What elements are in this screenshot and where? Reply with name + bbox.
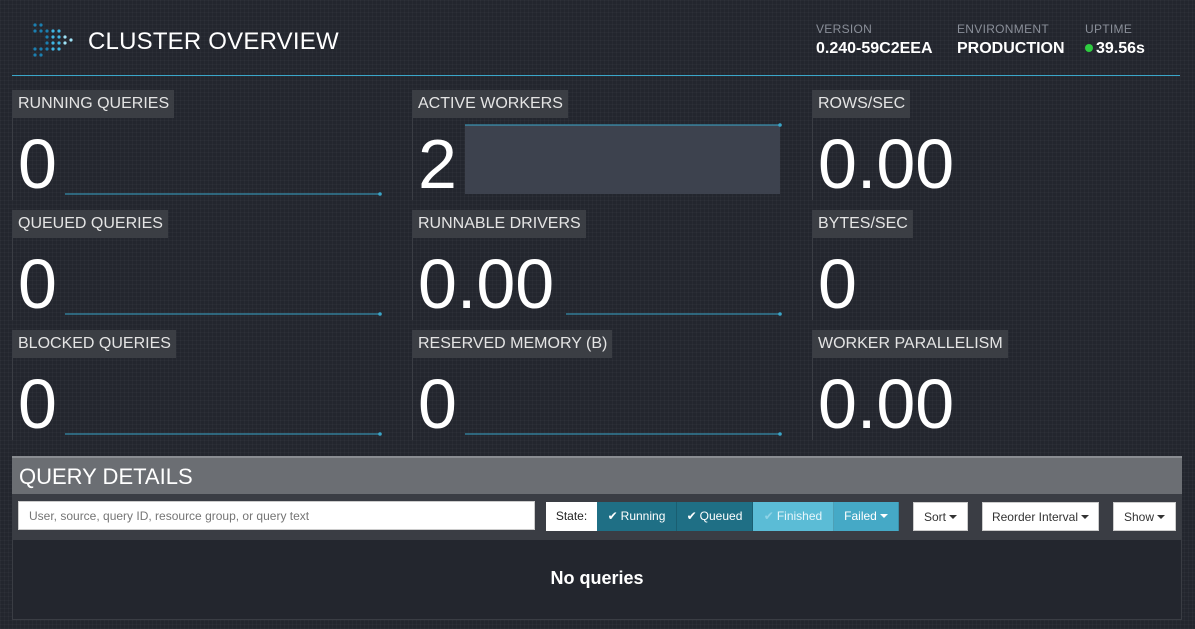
metric-label: RUNNABLE DRIVERS (413, 210, 586, 238)
sparkline (465, 432, 782, 436)
uptime-label: UPTIME (1085, 22, 1133, 36)
sparkline (65, 312, 382, 316)
metric-rows-per-sec: ROWS/SEC 0.00 (812, 90, 1182, 203)
metric-blocked-queries: BLOCKED QUERIES 0 (12, 330, 382, 443)
query-details-header: QUERY DETAILS (12, 456, 1182, 494)
metric-value: 0.00 (818, 125, 955, 203)
caret-down-icon (1157, 515, 1166, 519)
metric-bytes-per-sec: BYTES/SEC 0 (812, 210, 1182, 323)
metric-worker-parallelism: WORKER PARALLELISM 0.00 (812, 330, 1182, 443)
metric-reserved-memory: RESERVED MEMORY (B) 0 (412, 330, 782, 443)
status-dot-icon (1085, 44, 1093, 52)
caret-down-icon (949, 515, 957, 519)
metric-label: ACTIVE WORKERS (413, 90, 568, 118)
uptime-info: UPTIME 39.56s (1085, 22, 1145, 58)
page-title: CLUSTER OVERVIEW (88, 28, 339, 55)
sparkline (65, 192, 382, 196)
metric-label: BLOCKED QUERIES (13, 330, 176, 358)
show-dropdown[interactable]: Show (1113, 502, 1176, 531)
metric-label: WORKER PARALLELISM (813, 330, 1008, 358)
metric-value: 2 (418, 125, 457, 203)
metric-value: 0 (18, 365, 57, 443)
sparkline (566, 312, 782, 316)
metric-value: 0 (818, 245, 857, 323)
state-failed-dropdown[interactable]: Failed (834, 502, 899, 531)
metric-label: QUEUED QUERIES (13, 210, 168, 238)
metric-queued-queries: QUEUED QUERIES 0 (12, 210, 382, 323)
version-info: VERSION 0.240-59C2EEA (816, 22, 933, 58)
state-running-button[interactable]: ✔ Running (597, 502, 677, 531)
logo-icon (33, 23, 73, 57)
metric-value: 0.00 (418, 245, 555, 323)
checkmark-icon: ✔ (763, 509, 774, 523)
sparkline (65, 432, 382, 436)
state-queued-button[interactable]: ✔ Queued (677, 502, 753, 531)
metric-label: RUNNING QUERIES (13, 90, 175, 118)
sort-dropdown[interactable]: Sort (913, 502, 968, 531)
reorder-interval-dropdown[interactable]: Reorder Interval (982, 502, 1099, 531)
metric-value: 0 (18, 245, 57, 323)
metric-value: 0 (18, 125, 57, 203)
page-header: CLUSTER OVERVIEW VERSION 0.240-59C2EEA E… (12, 0, 1180, 76)
metric-running-queries: RUNNING QUERIES 0 (12, 90, 382, 203)
metric-label: RESERVED MEMORY (B) (413, 330, 613, 358)
caret-down-icon (879, 514, 888, 518)
metric-value: 0.00 (818, 365, 955, 443)
metric-runnable-drivers: RUNNABLE DRIVERS 0.00 (412, 210, 782, 323)
environment-info: ENVIRONMENT PRODUCTION (957, 22, 1065, 58)
metric-active-workers: ACTIVE WORKERS 2 (412, 90, 782, 203)
sparkline (465, 123, 782, 194)
query-toolbar: State: ✔Running ✔Queued ✔Finished Failed… (12, 494, 1182, 540)
caret-down-icon (1081, 515, 1090, 519)
version-value: 0.240-59C2EEA (816, 40, 933, 57)
version-label: VERSION (816, 22, 873, 36)
empty-message: No queries (550, 568, 644, 588)
checkmark-icon: ✔ (607, 509, 618, 523)
checkmark-icon: ✔ (686, 509, 697, 523)
query-results: No queries (12, 540, 1182, 620)
environment-value: PRODUCTION (957, 40, 1065, 57)
metric-label: BYTES/SEC (813, 210, 913, 238)
uptime-value: 39.56s (1096, 40, 1145, 57)
search-input[interactable] (18, 501, 535, 530)
state-finished-button[interactable]: ✔ Finished (753, 502, 834, 531)
environment-label: ENVIRONMENT (957, 22, 1049, 36)
state-label: State: (546, 502, 597, 531)
metric-label: ROWS/SEC (813, 90, 911, 118)
query-details-title: QUERY DETAILS (19, 464, 193, 489)
metric-value: 0 (418, 365, 457, 443)
